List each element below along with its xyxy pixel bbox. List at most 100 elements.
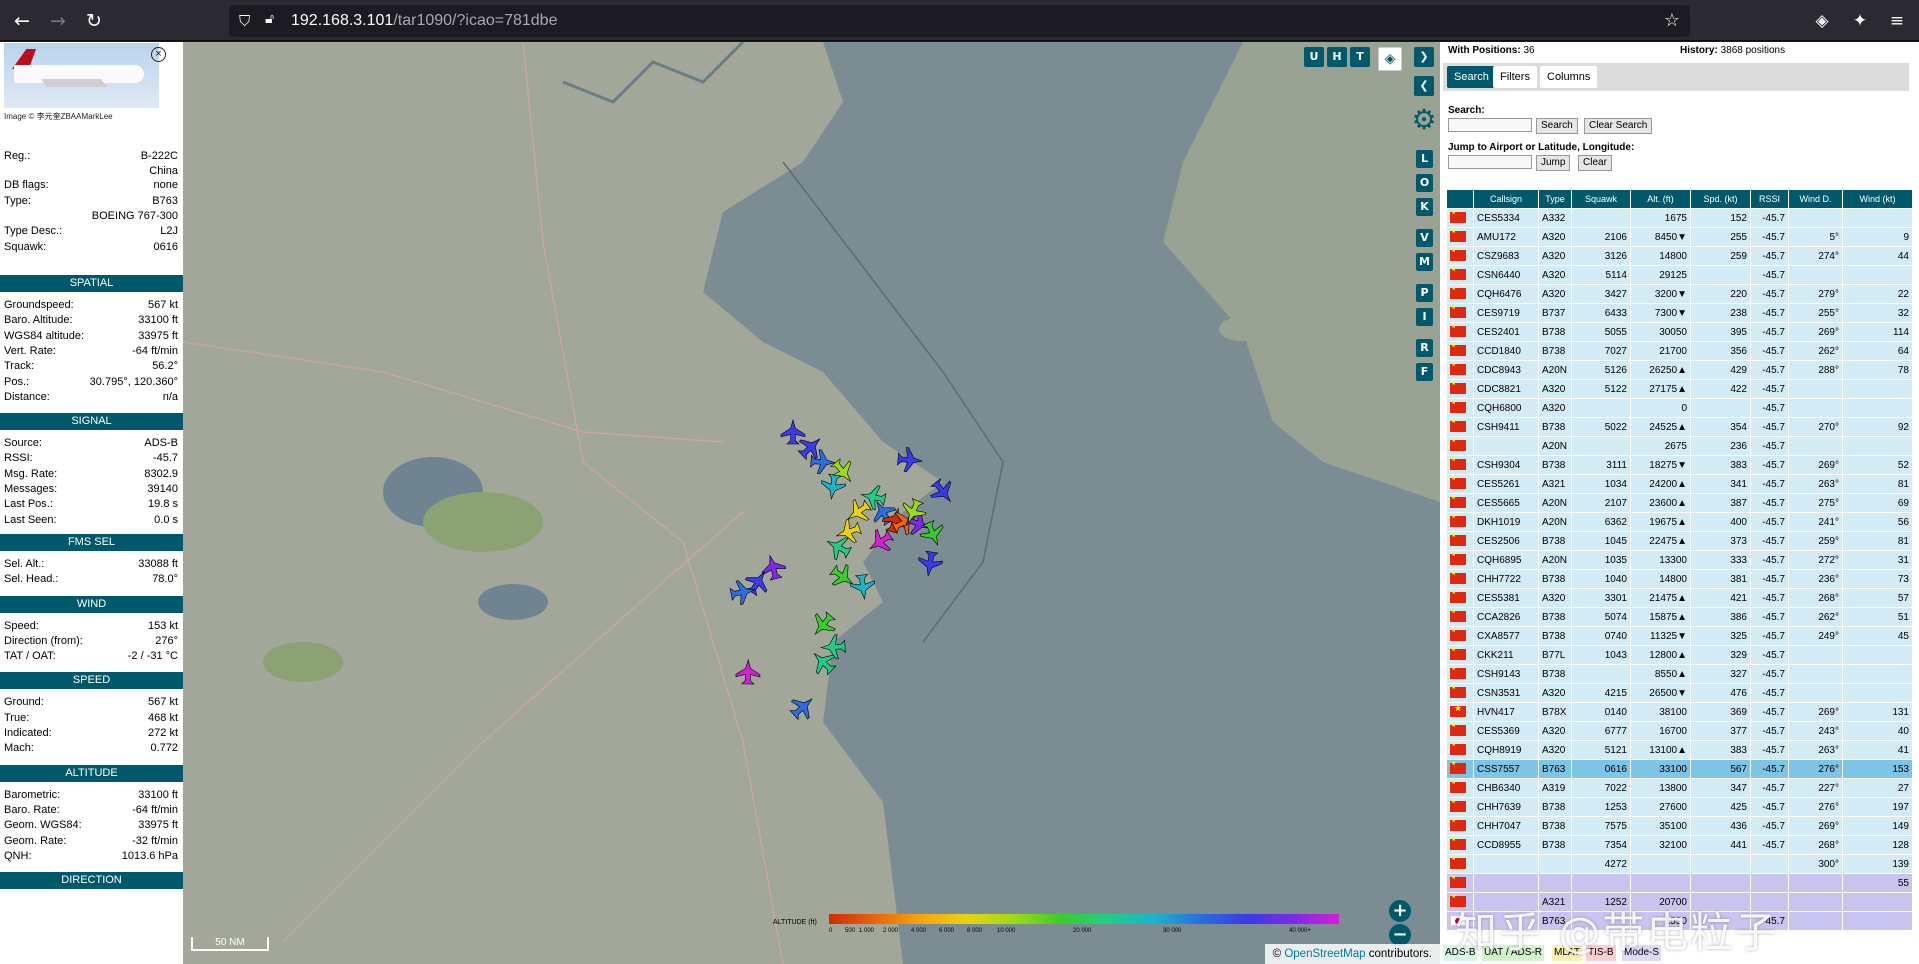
tab-columns[interactable]: Columns xyxy=(1540,66,1598,88)
table-row[interactable]: CQH8919A320512113100▲383-45.7263°41 xyxy=(1446,740,1913,760)
chevron-right-icon[interactable]: ❯ xyxy=(1414,47,1434,67)
table-row[interactable]: CCD1840B738702721700356-45.7262°64 xyxy=(1446,341,1913,361)
tab-filters[interactable]: Filters xyxy=(1493,66,1537,88)
table-cell: 7575 xyxy=(1571,816,1631,836)
table-row[interactable]: CES2401B738505530050395-45.7269°114 xyxy=(1446,322,1913,342)
forward-icon[interactable]: → xyxy=(46,9,70,33)
map-button-h[interactable]: H xyxy=(1327,47,1347,67)
table-row[interactable]: CQH6476A32034273200▼220-45.7279°22 xyxy=(1446,284,1913,304)
table-cell: 0740 xyxy=(1571,626,1631,646)
table-row[interactable]: HVN417B78X014038100369-45.7269°131 xyxy=(1446,702,1913,722)
clear-search-button[interactable]: Clear Search xyxy=(1584,118,1653,134)
column-header[interactable]: Callsign xyxy=(1473,189,1539,209)
map-button-r[interactable]: R xyxy=(1416,339,1433,357)
map-button-m[interactable]: M xyxy=(1416,253,1433,271)
column-header[interactable]: RSSI xyxy=(1750,189,1789,209)
chevron-left-icon[interactable]: ❮ xyxy=(1414,76,1434,96)
column-header[interactable]: Wind (kt) xyxy=(1842,189,1913,209)
table-row[interactable]: 55 xyxy=(1446,873,1913,893)
zoom-in-button[interactable]: + xyxy=(1389,900,1411,922)
table-row[interactable]: CQH6800A320 0 -45.7 xyxy=(1446,398,1913,418)
column-header[interactable]: Spd. (kt) xyxy=(1690,189,1751,209)
table-row[interactable]: CSZ9683A320312614800259-45.7274°44 xyxy=(1446,246,1913,266)
tab-search[interactable]: Search xyxy=(1447,66,1496,88)
bookmark-star-icon[interactable]: ☆ xyxy=(1664,10,1680,31)
close-icon[interactable]: × xyxy=(151,47,166,62)
map-button-i[interactable]: I xyxy=(1416,308,1433,326)
map-button-k[interactable]: K xyxy=(1416,198,1433,216)
settings-gear-icon[interactable]: ⚙ xyxy=(1409,105,1439,135)
country-flag-icon xyxy=(1450,267,1466,281)
table-row[interactable]: 4272 300°139 xyxy=(1446,854,1913,874)
table-cell: B737 xyxy=(1538,303,1572,323)
table-row[interactable]: DKH1019A20N636219675▲400-45.7241°56 xyxy=(1446,512,1913,532)
altitude-tick: 40 000+ xyxy=(1289,928,1311,934)
extension-icon[interactable]: ✦ xyxy=(1848,9,1872,33)
table-row[interactable]: CES5369A320677716700377-45.7243°40 xyxy=(1446,721,1913,741)
table-row[interactable]: CES5261A321103424200▲341-45.7263°81 xyxy=(1446,474,1913,494)
table-row[interactable]: CES5381A320330121475▲421-45.7268°57 xyxy=(1446,588,1913,608)
search-button[interactable]: Search xyxy=(1536,118,1578,134)
info-value: 78.0° xyxy=(152,573,178,586)
table-row[interactable]: CSH9411B738502224525▲354-45.7270°92 xyxy=(1446,417,1913,437)
table-row[interactable]: CSS7557B763061633100567-45.7276°153 xyxy=(1446,759,1913,779)
table-cell: CQH6895 xyxy=(1473,550,1539,570)
map-button-u[interactable]: U xyxy=(1304,47,1324,67)
column-header[interactable]: Wind D. xyxy=(1788,189,1843,209)
table-row[interactable]: CDC8943A20N512626250▲429-45.7288°78 xyxy=(1446,360,1913,380)
pocket-icon[interactable]: ◈ xyxy=(1810,9,1834,33)
jump-button[interactable]: Jump xyxy=(1536,155,1571,171)
zoom-out-button[interactable]: − xyxy=(1389,924,1411,946)
table-row[interactable]: CCA2826B738507415875▲386-45.7262°51 xyxy=(1446,607,1913,627)
table-row[interactable]: CSN6440A320511429125 -45.7 xyxy=(1446,265,1913,285)
table-row[interactable]: A20N 2675236-45.7 xyxy=(1446,436,1913,456)
map-button-f[interactable]: F xyxy=(1416,363,1433,381)
reload-icon[interactable]: ↻ xyxy=(82,9,106,33)
table-row[interactable]: CES5334A332 1675152-45.7 xyxy=(1446,208,1913,228)
aircraft-photo[interactable] xyxy=(4,43,159,108)
table-row[interactable]: AMU172A32021068450▼255-45.75°9 xyxy=(1446,227,1913,247)
menu-icon[interactable]: ≡ xyxy=(1885,9,1909,33)
table-row[interactable]: CES5665A20N210723600▲387-45.7275°69 xyxy=(1446,493,1913,513)
table-row[interactable]: CES9719B73764337300▼238-45.7255°32 xyxy=(1446,303,1913,323)
map[interactable]: U H T ◈ ❯ ❮ ⚙ LOKVMPIRF + − 50 NM ALTITU… xyxy=(183,42,1440,964)
shield-icon[interactable]: ⛉ xyxy=(239,12,250,30)
table-cell xyxy=(1788,892,1843,912)
table-row[interactable]: CXA8577B738074011325▼325-45.7249°45 xyxy=(1446,626,1913,646)
column-header[interactable]: Type xyxy=(1538,189,1572,209)
back-icon[interactable]: ← xyxy=(10,9,34,33)
clear-jump-button[interactable]: Clear xyxy=(1578,155,1612,171)
insecure-lock-icon[interactable]: 🔓︎ xyxy=(265,11,274,27)
table-row[interactable]: CHB6340A319702213800347-45.7227°27 xyxy=(1446,778,1913,798)
layers-icon[interactable]: ◈ xyxy=(1378,47,1402,71)
table-row[interactable]: CSN3531A320421526500▼476-45.7 xyxy=(1446,683,1913,703)
table-cell: 220 xyxy=(1690,284,1751,304)
table-row[interactable]: CKK211B77L104312800▲329-45.7 xyxy=(1446,645,1913,665)
table-cell xyxy=(1446,227,1474,247)
map-lake xyxy=(478,584,548,620)
table-row[interactable]: CHH7639B738125327600425-45.7276°197 xyxy=(1446,797,1913,817)
jump-input[interactable] xyxy=(1448,155,1532,169)
table-row[interactable]: CCD8955B738735432100441-45.7268°128 xyxy=(1446,835,1913,855)
map-button-p[interactable]: P xyxy=(1416,284,1433,302)
table-row[interactable]: CHH7722B738104014800381-45.7236°73 xyxy=(1446,569,1913,589)
table-row[interactable]: CQH6895A20N103513300333-45.7272°31 xyxy=(1446,550,1913,570)
column-header[interactable]: Squawk xyxy=(1571,189,1631,209)
section-header-altitude: ALTITUDE xyxy=(0,764,183,782)
column-header[interactable]: Alt. (ft) xyxy=(1630,189,1691,209)
country-flag-icon xyxy=(1450,514,1466,528)
map-button-v[interactable]: V xyxy=(1416,229,1433,247)
osm-link[interactable]: OpenStreetMap xyxy=(1284,948,1365,960)
column-header[interactable] xyxy=(1446,189,1474,209)
url-bar[interactable]: ⛉ 🔓︎ 192.168.3.101/tar1090/?icao=781dbe … xyxy=(229,5,1690,37)
table-row[interactable]: CSH9143B738 8550▲327-45.7 xyxy=(1446,664,1913,684)
table-row[interactable]: CSH9304B738311118275▼383-45.7269°52 xyxy=(1446,455,1913,475)
search-input[interactable] xyxy=(1448,118,1532,132)
table-cell xyxy=(1446,531,1474,551)
table-row[interactable]: CHH7047B738757535100436-45.7269°149 xyxy=(1446,816,1913,836)
map-button-l[interactable]: L xyxy=(1416,150,1433,168)
table-row[interactable]: CES2506B738104522475▲373-45.7259°81 xyxy=(1446,531,1913,551)
map-button-o[interactable]: O xyxy=(1416,174,1433,192)
table-row[interactable]: CDC8821A320512227175▲422-45.7 xyxy=(1446,379,1913,399)
map-button-t[interactable]: T xyxy=(1350,47,1370,67)
